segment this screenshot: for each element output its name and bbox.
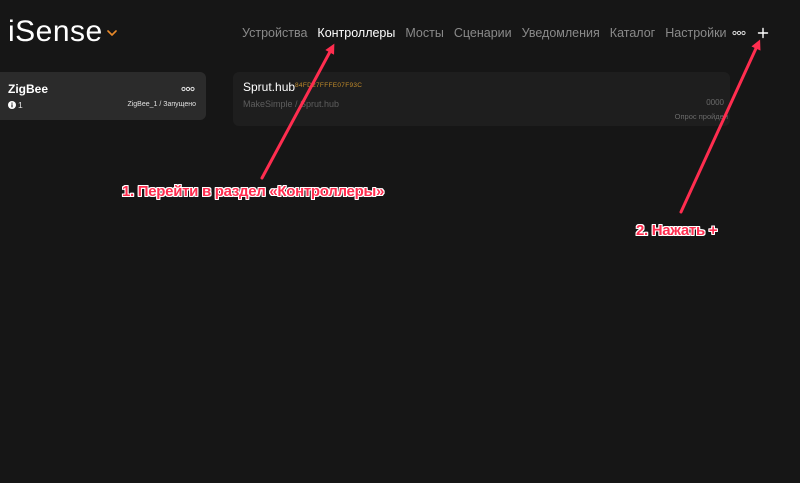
tab-scenarios[interactable]: Сценарии	[454, 24, 512, 42]
controller-info: 1	[8, 100, 23, 110]
main-nav: Устройства Контроллеры Мосты Сценарии Ув…	[242, 24, 727, 42]
tab-notifications[interactable]: Уведомления	[522, 24, 600, 42]
hub-card-sprut[interactable]: Sprut.hub 84FD27FFFE07F93C MakeSimple / …	[233, 72, 730, 126]
tab-bridges[interactable]: Мосты	[405, 24, 443, 42]
hub-poll-status: Опрос пройден	[674, 112, 728, 121]
hub-title: Sprut.hub	[243, 80, 296, 94]
chevron-down-icon	[106, 30, 117, 36]
hub-code: 0000	[706, 98, 724, 107]
annotation-step-2: 2. Нажать +	[636, 222, 718, 239]
logo-menu[interactable]: iSense	[8, 14, 117, 50]
plus-icon	[757, 27, 769, 39]
tab-devices[interactable]: Устройства	[242, 24, 307, 42]
logo: iSense	[8, 15, 103, 48]
hub-vendor: MakeSimple / Sprut.hub	[243, 99, 340, 109]
tab-catalog[interactable]: Каталог	[610, 24, 655, 42]
info-icon	[8, 101, 16, 109]
controller-title: ZigBee	[8, 82, 49, 96]
more-horizontal-icon[interactable]	[732, 26, 746, 40]
more-horizontal-icon[interactable]	[181, 86, 195, 92]
controller-status: ZigBee_1 / Запущено	[127, 101, 196, 108]
add-button[interactable]	[757, 26, 769, 40]
controller-card-zigbee[interactable]: ZigBee 1 ZigBee_1 / Запущено	[0, 72, 206, 120]
hub-id: 84FD27FFFE07F93C	[295, 82, 363, 89]
arrow-to-add-button	[679, 39, 761, 214]
tab-controllers[interactable]: Контроллеры	[317, 24, 395, 42]
tab-settings[interactable]: Настройки	[665, 24, 726, 42]
info-count: 1	[18, 100, 23, 110]
app-window: iSense Устройства Контроллеры Мосты Сцен…	[0, 0, 800, 483]
annotation-step-1: 1. Перейти в раздел «Контроллеры»	[122, 183, 384, 200]
